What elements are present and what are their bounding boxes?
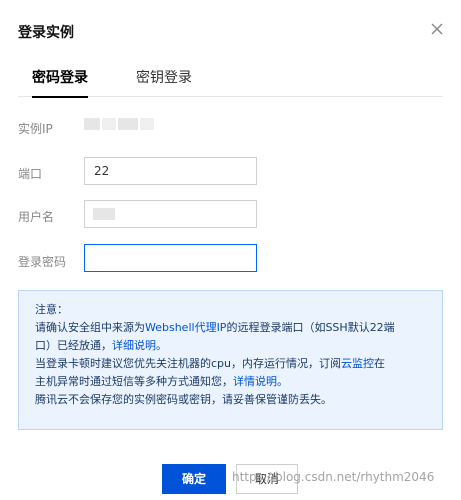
watermark-text: https://blog.csdn.net/rhythm2046 <box>232 470 435 484</box>
notice-line-4: 主机异常时通过短信等多种方式通知您，详情说明。 <box>35 373 428 391</box>
password-label: 登录密码 <box>18 255 67 269</box>
detailed-explanation-link[interactable]: 详细说明。 <box>112 339 167 352</box>
login-instance-dialog: 登录实例 密码登录 密钥登录 实例IP 端口 22 用户名 登录密码 注意： 请… <box>0 0 461 500</box>
tab-password-login[interactable]: 密码登录 <box>32 67 88 98</box>
instance-ip-label: 实例IP <box>18 122 53 136</box>
notice-line-1-text-b: 的远程登录端口（如SSH默认22端 <box>226 321 395 334</box>
tab-key-login[interactable]: 密钥登录 <box>136 67 192 87</box>
username-value-masked <box>93 208 115 220</box>
notice-line-1: 请确认安全组中来源为Webshell代理IP的远程登录端口（如SSH默认22端 <box>35 319 428 337</box>
notice-line-2-text: 口）已经放通， <box>35 339 112 352</box>
login-method-tabs: 密码登录 密钥登录 <box>18 60 443 98</box>
password-input[interactable] <box>84 244 257 272</box>
notice-line-5: 腾讯云不会保存您的实例密码或密钥，请妥善保管谨防丢失。 <box>35 393 332 406</box>
notice-box: 注意： 请确认安全组中来源为Webshell代理IP的远程登录端口（如SSH默认… <box>18 290 443 430</box>
close-icon[interactable] <box>428 20 446 38</box>
notice-line-3-text-a: 当登录卡顿时建议您优先关注机器的cpu，内存运行情况，订阅 <box>35 357 341 370</box>
webshell-proxy-ip-link[interactable]: Webshell代理IP <box>145 321 226 334</box>
notice-line-3: 当登录卡顿时建议您优先关注机器的cpu，内存运行情况，订阅云监控在 <box>35 355 428 373</box>
port-input-value: 22 <box>94 164 110 178</box>
details-link[interactable]: 详情说明。 <box>233 375 288 388</box>
notice-line-1-text-a: 请确认安全组中来源为 <box>35 321 145 334</box>
notice-line-2: 口）已经放通，详细说明。 <box>35 337 428 355</box>
username-label: 用户名 <box>18 210 55 224</box>
notice-heading: 注意： <box>35 303 68 316</box>
port-input[interactable]: 22 <box>84 157 257 185</box>
dialog-title: 登录实例 <box>18 25 74 41</box>
port-label: 端口 <box>18 167 43 181</box>
cloud-monitor-link[interactable]: 云监控 <box>341 357 374 370</box>
notice-line-3-text-b: 在 <box>374 357 385 370</box>
notice-line-4-text: 主机异常时通过短信等多种方式通知您， <box>35 375 233 388</box>
username-input[interactable] <box>84 200 257 228</box>
confirm-button[interactable]: 确定 <box>162 464 226 494</box>
